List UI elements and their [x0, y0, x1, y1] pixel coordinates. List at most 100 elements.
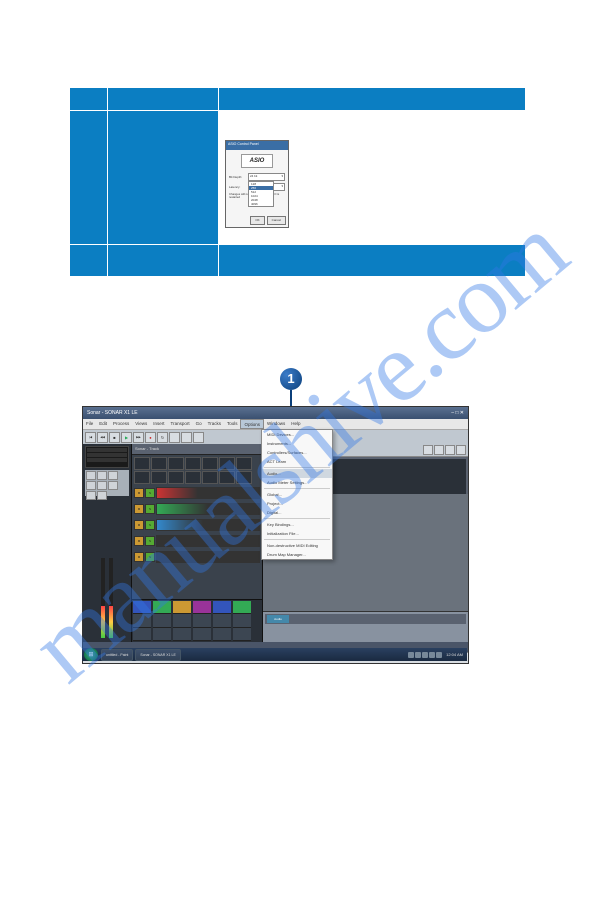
track-strip[interactable]: [156, 503, 260, 515]
mute-button[interactable]: M: [134, 504, 144, 514]
mute-button[interactable]: M: [134, 552, 144, 562]
bus-column[interactable]: [173, 601, 191, 641]
menu-views[interactable]: Views: [132, 419, 150, 429]
start-button[interactable]: ⊞: [84, 648, 98, 661]
grid-cell[interactable]: [185, 457, 201, 470]
tray-icon[interactable]: [429, 652, 435, 658]
bitdepth-select[interactable]: 24 bit: [248, 173, 285, 181]
rewind-button[interactable]: [97, 432, 108, 443]
taskbar-item[interactable]: Sonar - SONAR X1 LE: [135, 649, 180, 661]
clock[interactable]: 12:04 AM: [446, 652, 463, 658]
tray-icon[interactable]: [408, 652, 414, 658]
grid-cell[interactable]: [219, 457, 235, 470]
loop-button[interactable]: [157, 432, 168, 443]
menu-key-bindings[interactable]: Key Bindings...: [262, 520, 332, 529]
taskbar-item[interactable]: untitled - Paint: [101, 649, 133, 661]
bus-column[interactable]: [233, 601, 251, 641]
rtz-button[interactable]: [85, 432, 96, 443]
menu-go[interactable]: Go: [193, 419, 205, 429]
mini-button[interactable]: [97, 471, 107, 480]
track-row[interactable]: M S: [134, 550, 260, 564]
menu-tools[interactable]: Tools: [224, 419, 241, 429]
grid-cell[interactable]: [134, 471, 150, 484]
grid-cell[interactable]: [202, 457, 218, 470]
menu-digital[interactable]: Digital...: [262, 508, 332, 517]
track-strip[interactable]: [156, 519, 260, 531]
menu-audio[interactable]: Audio...: [262, 469, 332, 478]
mute-button[interactable]: M: [134, 536, 144, 546]
toolbar-button[interactable]: [456, 445, 466, 455]
bus-column[interactable]: [133, 601, 151, 641]
menu-drum-map[interactable]: Drum Map Manager...: [262, 550, 332, 559]
system-tray[interactable]: 12:04 AM: [408, 652, 467, 658]
menu-insert[interactable]: Insert: [150, 419, 167, 429]
menu-instruments[interactable]: Instruments...: [262, 439, 332, 448]
menu-edit[interactable]: Edit: [96, 419, 110, 429]
menu-file[interactable]: File: [83, 419, 96, 429]
track-row[interactable]: M S: [134, 502, 260, 516]
toolbar-button[interactable]: [423, 445, 433, 455]
grid-cell[interactable]: [236, 457, 252, 470]
menu-process[interactable]: Process: [110, 419, 132, 429]
track-row[interactable]: M S: [134, 486, 260, 500]
grid-cell[interactable]: [168, 471, 184, 484]
mini-button[interactable]: [86, 481, 96, 490]
grid-cell[interactable]: [219, 471, 235, 484]
mute-button[interactable]: M: [134, 488, 144, 498]
mute-button[interactable]: M: [134, 520, 144, 530]
grid-cell[interactable]: [236, 471, 252, 484]
forward-button[interactable]: [133, 432, 144, 443]
grid-cell[interactable]: [185, 471, 201, 484]
window-controls[interactable]: – □ ✕: [451, 407, 464, 419]
toolbar-button[interactable]: [181, 432, 192, 443]
latency-dropdown-list[interactable]: 128 256 512 1024 2048 4096: [248, 181, 274, 207]
record-button[interactable]: [145, 432, 156, 443]
grid-cell[interactable]: [151, 471, 167, 484]
solo-button[interactable]: S: [145, 504, 155, 514]
bus-track[interactable]: Audio: [265, 614, 466, 624]
menu-audio-meter[interactable]: Audio Meter Settings...: [262, 478, 332, 487]
grid-cell[interactable]: [168, 457, 184, 470]
track-strip[interactable]: [156, 535, 260, 547]
toolbar-button[interactable]: [169, 432, 180, 443]
track-row[interactable]: M S: [134, 518, 260, 532]
track-strip[interactable]: [156, 551, 260, 563]
menu-global[interactable]: Global...: [262, 490, 332, 499]
play-button[interactable]: [121, 432, 132, 443]
grid-cell[interactable]: [202, 471, 218, 484]
mini-button[interactable]: [108, 481, 118, 490]
solo-button[interactable]: S: [145, 552, 155, 562]
track-row[interactable]: M S: [134, 534, 260, 548]
ok-button[interactable]: OK: [250, 216, 264, 225]
toolbar-button[interactable]: [445, 445, 455, 455]
menu-nondestructive[interactable]: Non-destructive MIDI Editing: [262, 541, 332, 550]
menu-transport[interactable]: Transport: [168, 419, 193, 429]
solo-button[interactable]: S: [145, 520, 155, 530]
bus-column[interactable]: [213, 601, 231, 641]
menu-tracks[interactable]: Tracks: [205, 419, 224, 429]
menu-controllers[interactable]: Controllers/Surfaces...: [262, 448, 332, 457]
tray-icon[interactable]: [422, 652, 428, 658]
tray-icon[interactable]: [415, 652, 421, 658]
solo-button[interactable]: S: [145, 488, 155, 498]
track-strip[interactable]: [156, 487, 260, 499]
latency-option[interactable]: 4096: [249, 202, 273, 206]
menu-act-learn[interactable]: ACT Learn: [262, 457, 332, 466]
cancel-button[interactable]: Cancel: [267, 216, 286, 225]
menu-options[interactable]: Options: [240, 419, 264, 429]
toolbar-button[interactable]: [193, 432, 204, 443]
menu-init-file[interactable]: Initialization File...: [262, 529, 332, 538]
menu-windows[interactable]: Windows: [264, 419, 288, 429]
mini-button[interactable]: [86, 471, 96, 480]
menu-project[interactable]: Project...: [262, 499, 332, 508]
bus-column[interactable]: [153, 601, 171, 641]
windows-taskbar[interactable]: ⊞ untitled - Paint Sonar - SONAR X1 LE 1…: [82, 648, 467, 661]
mini-button[interactable]: [108, 471, 118, 480]
grid-cell[interactable]: [134, 457, 150, 470]
menu-help[interactable]: Help: [288, 419, 303, 429]
options-menu[interactable]: MIDI Devices... Instruments... Controlle…: [261, 429, 333, 560]
solo-button[interactable]: S: [145, 536, 155, 546]
bus-column[interactable]: [193, 601, 211, 641]
mini-button[interactable]: [97, 481, 107, 490]
grid-cell[interactable]: [151, 457, 167, 470]
